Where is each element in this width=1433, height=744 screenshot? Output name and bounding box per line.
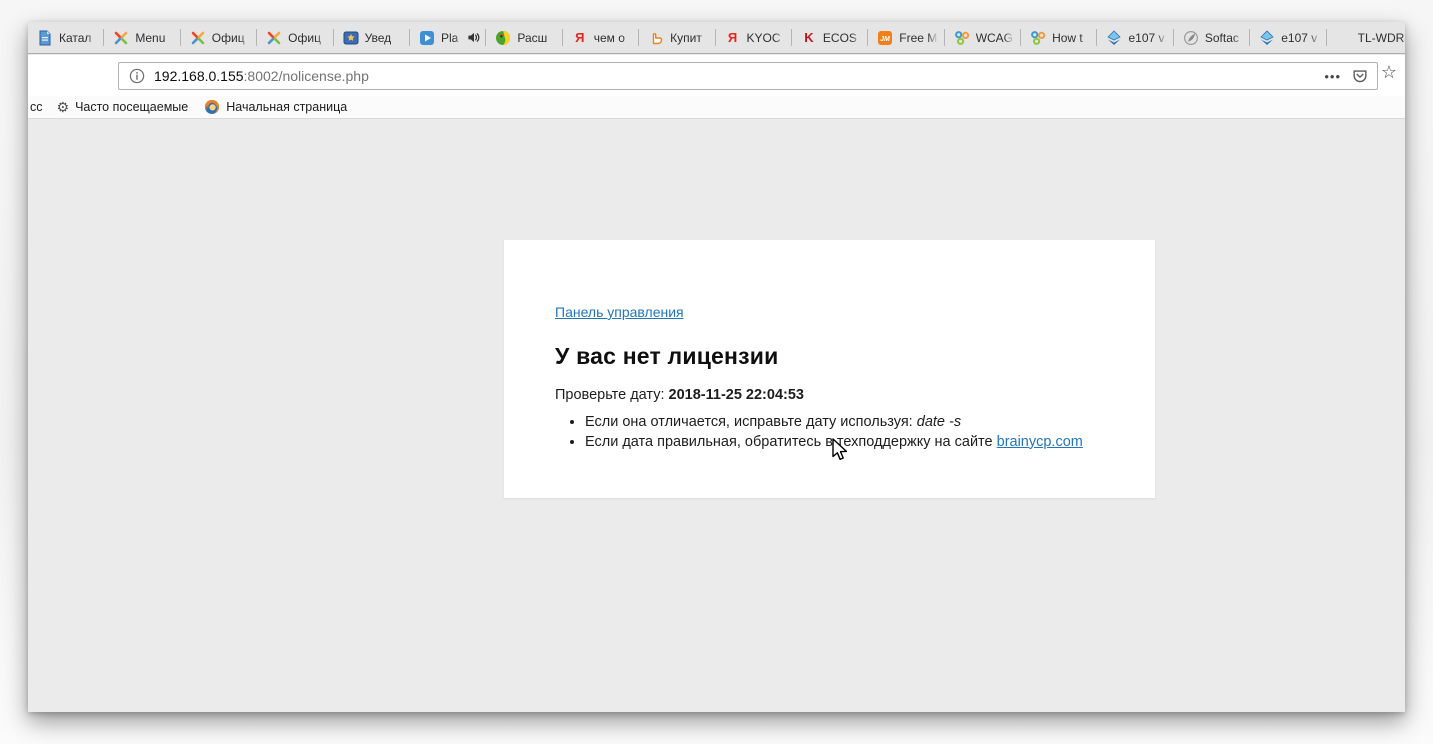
- instructions-list: Если она отличается, исправьте дату испо…: [585, 414, 1115, 451]
- date-value: 2018-11-25 22:04:53: [669, 387, 804, 403]
- yandex-icon: Я: [572, 30, 588, 46]
- tab-title: TL-WDR36: [1358, 31, 1405, 45]
- tab-How t[interactable]: How t: [1021, 22, 1097, 53]
- list-item: Если она отличается, исправьте дату испо…: [585, 414, 1115, 432]
- tab-title: Катал: [59, 31, 98, 45]
- url-host: 192.168.0.155: [154, 68, 244, 84]
- joomla-icon: [266, 30, 282, 46]
- bookmark-label: Часто посещаемые: [75, 100, 188, 114]
- check-date-line: Проверьте дату: 2018-11-25 22:04:53: [555, 387, 1115, 403]
- bullet2-text: Если дата правильная, обратитесь в техпо…: [585, 434, 997, 450]
- tab-Free M[interactable]: JM Free M: [868, 22, 944, 53]
- tab-WCAG[interactable]: WCAG: [945, 22, 1021, 53]
- bullet1-text: Если она отличается, исправьте дату испо…: [585, 414, 917, 430]
- bookmark-item-frequent[interactable]: ⚙ Часто посещаемые: [49, 100, 197, 114]
- circles-icon: [1030, 30, 1046, 46]
- tab-Увед[interactable]: Увед: [334, 22, 410, 53]
- yandex-icon: Я: [725, 30, 741, 46]
- tab-Купит[interactable]: Купит: [639, 22, 715, 53]
- softaculous-icon: [1183, 30, 1199, 46]
- check-date-label: Проверьте дату:: [555, 387, 669, 403]
- tab-Катал[interactable]: Катал: [28, 22, 104, 53]
- address-bar[interactable]: 192.168.0.155:8002/nolicense.php •••: [118, 62, 1378, 90]
- url-text[interactable]: 192.168.0.155:8002/nolicense.php: [154, 68, 1314, 84]
- bookmark-star-icon[interactable]: ☆: [1381, 63, 1397, 81]
- mouse-cursor: [828, 437, 850, 463]
- bookmark-label: Начальная страница: [226, 100, 347, 114]
- tab-title: KYOC: [747, 31, 786, 45]
- tab-title: Офиц: [212, 31, 251, 45]
- jm-icon: JM: [877, 30, 893, 46]
- joomla-icon: [190, 30, 206, 46]
- bookmark-item-truncated[interactable]: сс: [28, 100, 49, 114]
- bookmark-item-home[interactable]: Начальная страница: [196, 99, 355, 115]
- tab-audio-icon[interactable]: [467, 31, 480, 44]
- page-actions-icon[interactable]: •••: [1314, 69, 1351, 84]
- tab-чем о[interactable]: Ячем о: [563, 22, 639, 53]
- info-icon[interactable]: [129, 68, 145, 84]
- brainycp-link[interactable]: brainycp.com: [997, 434, 1083, 450]
- parrot-icon: [495, 30, 511, 46]
- e107-icon: [1259, 30, 1275, 46]
- tab-title: Menu: [135, 31, 174, 45]
- bookmarks-bar: сс ⚙ Часто посещаемые Начальная страница: [28, 96, 1405, 119]
- tab-e107 v[interactable]: e107 v: [1250, 22, 1326, 53]
- tab-KYOC[interactable]: Я KYOC: [716, 22, 792, 53]
- tab-strip: Катал Menu Офиц Офиц Увед Pla Расш Ячем о Купит Я…: [28, 22, 1405, 54]
- tab-title: e107 v: [1128, 31, 1167, 45]
- tab-title: Офиц: [288, 31, 327, 45]
- tab-title: Расш: [517, 31, 556, 45]
- kyocera-icon: K: [801, 30, 817, 46]
- tab-title: Купит: [670, 31, 709, 45]
- pocket-icon[interactable]: [1351, 67, 1369, 85]
- tab-title: чем о: [594, 31, 633, 45]
- tab-Расш[interactable]: Расш: [486, 22, 562, 53]
- url-path: :8002/nolicense.php: [244, 68, 369, 84]
- firefox-icon: [204, 99, 220, 115]
- page-viewport: Панель управления У вас нет лицензии Про…: [28, 120, 1405, 712]
- circles-icon: [954, 30, 970, 46]
- control-panel-link[interactable]: Панель управления: [555, 304, 684, 320]
- tab-TL-WDR36[interactable]: TL-WDR36: [1327, 22, 1405, 53]
- e107-icon: [1106, 30, 1122, 46]
- tab-title: WCAG: [976, 31, 1015, 45]
- page-title: У вас нет лицензии: [555, 343, 1115, 370]
- joomla-icon: [113, 30, 129, 46]
- tab-title: Pla: [441, 31, 461, 45]
- tab-Офиц[interactable]: Офиц: [181, 22, 257, 53]
- play-icon: [419, 30, 435, 46]
- tab-title: Free M: [899, 31, 938, 45]
- tab-title: e107 v: [1281, 31, 1320, 45]
- tab-e107 v[interactable]: e107 v: [1097, 22, 1173, 53]
- tab-title: ECOS: [823, 31, 862, 45]
- tab-Pla[interactable]: Pla: [410, 22, 486, 53]
- gear-icon: ⚙: [57, 100, 70, 114]
- catalog-icon: [37, 30, 53, 46]
- tab-ECOS[interactable]: K ECOS: [792, 22, 868, 53]
- tab-title: Softac: [1205, 31, 1244, 45]
- emblem-icon: [343, 30, 359, 46]
- date-command: date -s: [917, 414, 961, 430]
- tab-Menu[interactable]: Menu: [104, 22, 180, 53]
- tab-Офиц[interactable]: Офиц: [257, 22, 333, 53]
- svg-text:JM: JM: [880, 36, 890, 43]
- tab-title: Увед: [365, 31, 404, 45]
- hand-icon: [648, 30, 664, 46]
- navigation-toolbar: 192.168.0.155:8002/nolicense.php ••• ☆: [28, 55, 1405, 96]
- tab-title: How t: [1052, 31, 1091, 45]
- tab-Softac[interactable]: Softac: [1174, 22, 1250, 53]
- none: [1336, 30, 1352, 46]
- browser-window: Катал Menu Офиц Офиц Увед Pla Расш Ячем о Купит Я…: [28, 22, 1405, 712]
- list-item: Если дата правильная, обратитесь в техпо…: [585, 434, 1115, 452]
